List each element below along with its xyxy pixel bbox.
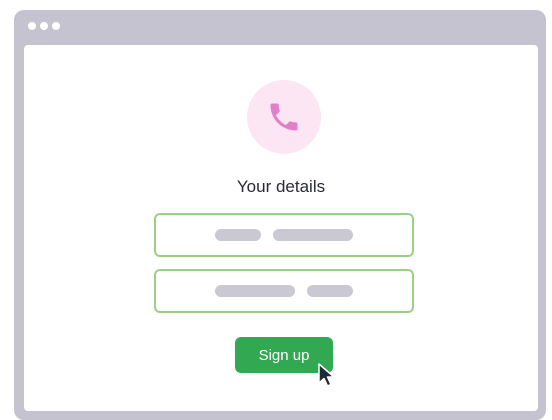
mouse-cursor-icon (318, 363, 335, 387)
placeholder-bar (215, 285, 295, 297)
text-field-1[interactable] (154, 213, 414, 257)
browser-window: Your details Sign up (14, 10, 546, 420)
page-title: Your details (236, 177, 326, 196)
window-control-dot[interactable] (40, 22, 48, 30)
placeholder-bar (273, 229, 353, 241)
phone-icon-badge (247, 80, 321, 154)
page-content: Your details Sign up (24, 45, 538, 411)
window-control-dot[interactable] (28, 22, 36, 30)
text-field-2[interactable] (154, 269, 414, 313)
phone-icon (270, 103, 298, 131)
placeholder-bar (307, 285, 353, 297)
window-controls (28, 22, 60, 30)
window-control-dot[interactable] (52, 22, 60, 30)
placeholder-bar (215, 229, 261, 241)
